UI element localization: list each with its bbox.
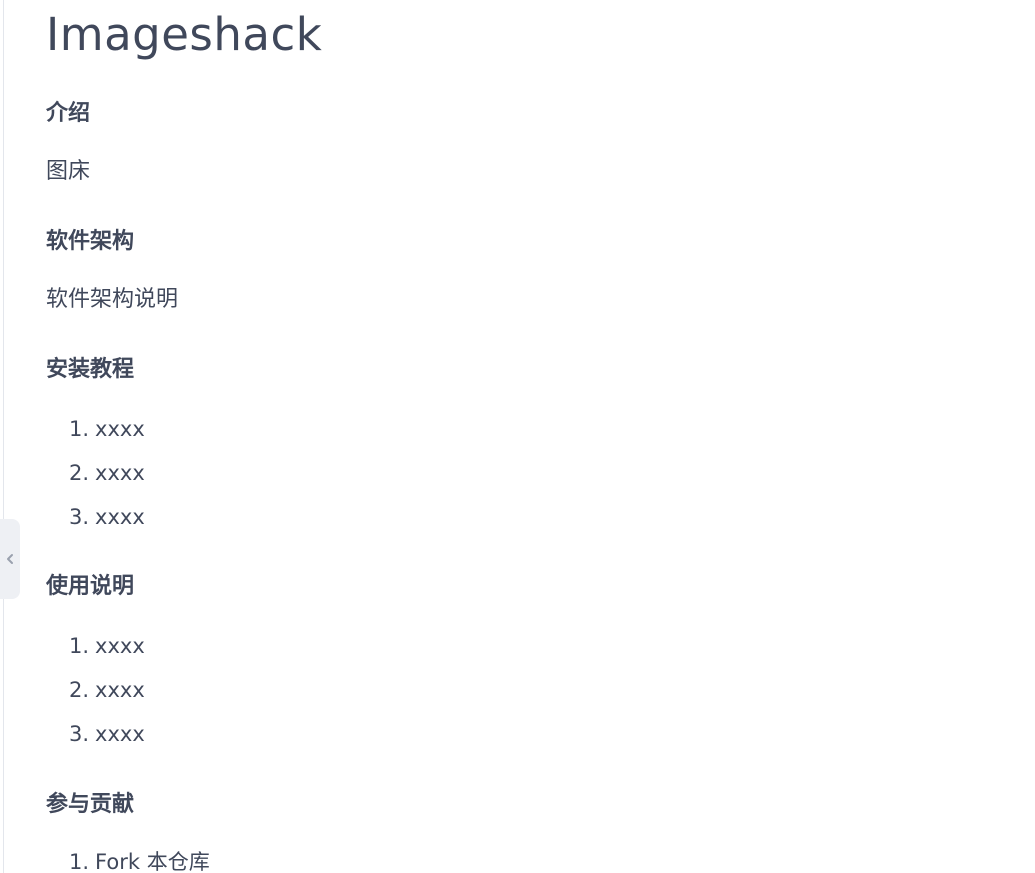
usage-steps-list: 1. xxxx 2. xxxx 3. xxxx: [69, 624, 145, 756]
list-item: 1. xxxx: [69, 634, 145, 658]
list-item: 1. xxxx: [69, 417, 145, 441]
sidebar-collapse-toggle[interactable]: [0, 519, 20, 599]
sidebar-divider: [3, 0, 4, 873]
section-heading-install: 安装教程: [46, 357, 135, 382]
list-item: 1. Fork 本仓库: [69, 850, 210, 873]
section-heading-intro: 介绍: [46, 101, 91, 126]
section-paragraph-architecture: 软件架构说明: [46, 287, 179, 312]
section-heading-contribute: 参与贡献: [46, 792, 135, 817]
install-steps-list: 1. xxxx 2. xxxx 3. xxxx: [69, 407, 145, 539]
list-item: 2. xxxx: [69, 678, 145, 702]
chevron-left-icon: [7, 554, 13, 564]
section-paragraph-intro: 图床: [46, 159, 91, 184]
contribute-steps-list: 1. Fork 本仓库: [69, 840, 210, 873]
list-item: 3. xxxx: [69, 505, 145, 529]
page-title: Imageshack: [46, 8, 323, 61]
list-item: 2. xxxx: [69, 461, 145, 485]
list-item: 3. xxxx: [69, 722, 145, 746]
section-heading-architecture: 软件架构: [46, 229, 135, 254]
section-heading-usage: 使用说明: [46, 574, 135, 599]
